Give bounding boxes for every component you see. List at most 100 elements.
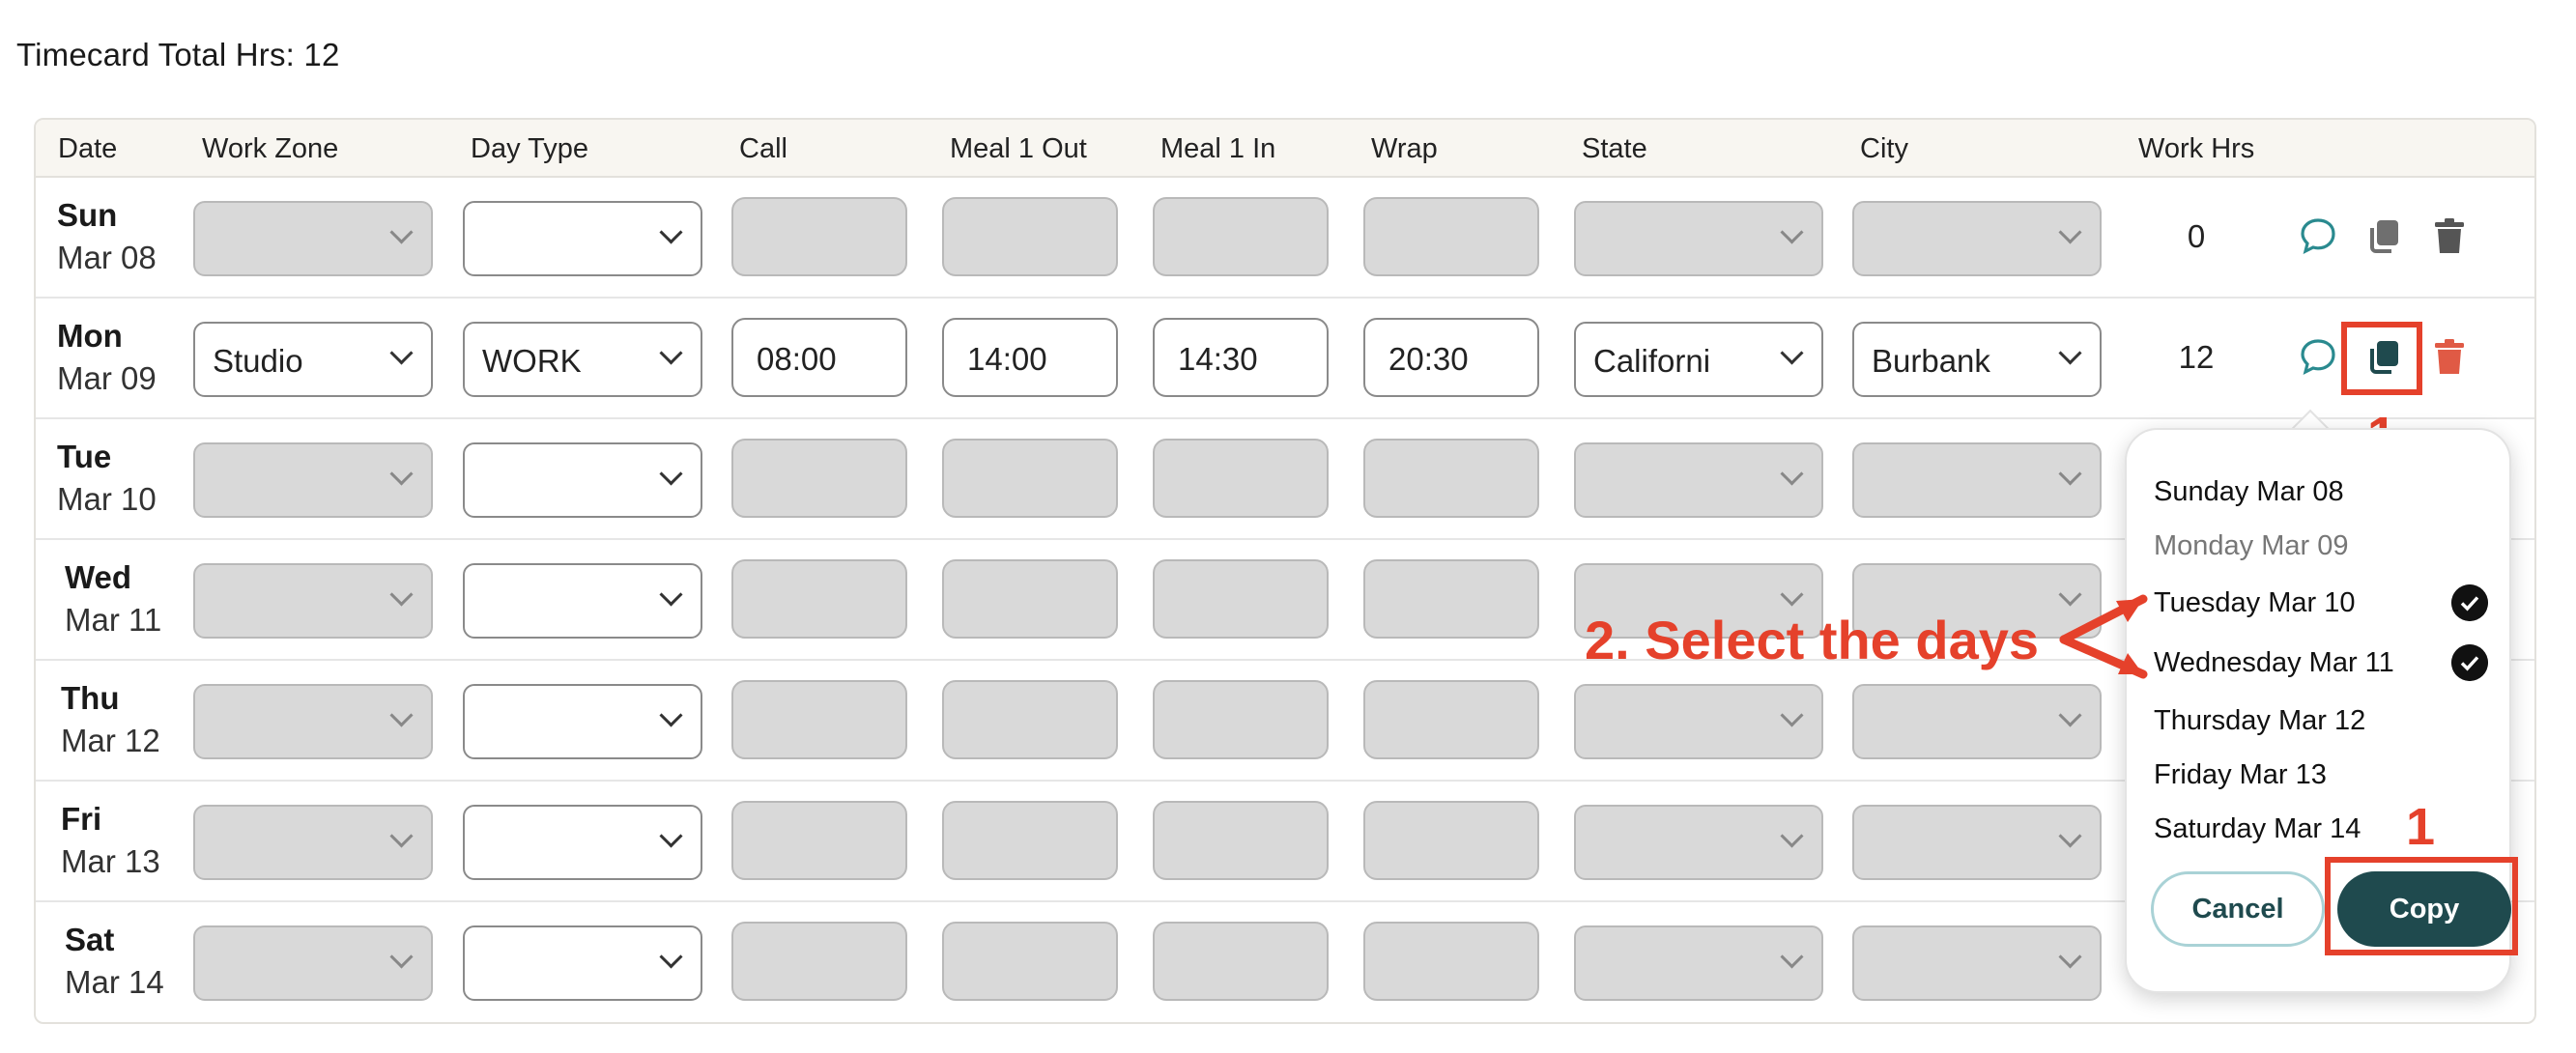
comment-icon[interactable] [2296, 335, 2340, 380]
meal1-out-value: 14:00 [967, 341, 1047, 377]
chevron-down-icon [1780, 462, 1804, 486]
call-input[interactable] [731, 197, 907, 276]
day-option-tuesday[interactable]: Tuesday Mar 10 [2154, 587, 2355, 619]
col-date: Date [58, 133, 118, 164]
annotation-arrows [2059, 594, 2148, 679]
work-zone-select[interactable] [193, 805, 433, 880]
meal1-out-input[interactable] [942, 922, 1118, 1001]
timecard-total-title: Timecard Total Hrs: 12 [16, 37, 340, 72]
call-input[interactable] [731, 680, 907, 759]
day-date: Mar 11 [65, 602, 162, 638]
work-zone-select[interactable]: Studio [193, 322, 433, 397]
day-name: Fri [61, 801, 102, 837]
city-select[interactable] [1852, 684, 2102, 759]
chevron-down-icon [389, 341, 414, 365]
state-select[interactable] [1574, 805, 1823, 880]
day-type-select[interactable] [463, 925, 702, 1001]
chevron-down-icon [659, 583, 683, 607]
col-meal1-out: Meal 1 Out [950, 133, 1087, 164]
meal1-in-input[interactable] [1153, 680, 1329, 759]
meal1-out-input[interactable] [942, 801, 1118, 880]
state-select[interactable] [1574, 684, 1823, 759]
col-state: State [1582, 133, 1647, 164]
day-type-select[interactable] [463, 201, 702, 276]
col-city: City [1860, 133, 1908, 164]
table-row: Mon Mar 09 Studio WORK 08:00 14:00 14:30… [36, 299, 2534, 419]
meal1-in-input[interactable] [1153, 559, 1329, 639]
state-select[interactable]: Californi [1574, 322, 1823, 397]
state-select[interactable] [1574, 925, 1823, 1001]
check-icon[interactable] [2451, 644, 2488, 681]
work-zone-select[interactable] [193, 563, 433, 639]
work-zone-select[interactable] [193, 925, 433, 1001]
meal1-in-input[interactable] [1153, 922, 1329, 1001]
meal1-in-input[interactable] [1153, 801, 1329, 880]
wrap-input[interactable]: 20:30 [1363, 318, 1539, 397]
meal1-in-input[interactable] [1153, 439, 1329, 518]
copy-icon[interactable] [2362, 214, 2407, 259]
day-date: Mar 13 [61, 843, 160, 879]
day-option-monday: Monday Mar 09 [2154, 530, 2349, 561]
trash-icon[interactable] [2427, 214, 2472, 259]
check-icon[interactable] [2451, 584, 2488, 621]
call-input[interactable]: 08:00 [731, 318, 907, 397]
call-value: 08:00 [757, 341, 837, 377]
chevron-down-icon [659, 220, 683, 244]
comment-icon[interactable] [2296, 214, 2340, 259]
call-input[interactable] [731, 559, 907, 639]
day-date: Mar 08 [57, 240, 157, 275]
call-input[interactable] [731, 922, 907, 1001]
city-select[interactable] [1852, 201, 2102, 276]
meal1-in-input[interactable] [1153, 197, 1329, 276]
city-value: Burbank [1872, 343, 1990, 379]
state-select[interactable] [1574, 201, 1823, 276]
meal1-out-input[interactable] [942, 559, 1118, 639]
day-type-select[interactable] [463, 442, 702, 518]
day-type-select[interactable]: WORK [463, 322, 702, 397]
col-work-zone: Work Zone [202, 133, 339, 164]
chevron-down-icon [389, 824, 414, 848]
chevron-down-icon [659, 945, 683, 969]
chevron-down-icon [1780, 945, 1804, 969]
wrap-input[interactable] [1363, 197, 1539, 276]
meal1-out-input[interactable]: 14:00 [942, 318, 1118, 397]
city-select[interactable]: Burbank [1852, 322, 2102, 397]
wrap-input[interactable] [1363, 559, 1539, 639]
chevron-down-icon [1780, 824, 1804, 848]
city-select[interactable] [1852, 925, 2102, 1001]
chevron-down-icon [389, 703, 414, 727]
wrap-input[interactable] [1363, 439, 1539, 518]
day-option-thursday[interactable]: Thursday Mar 12 [2154, 705, 2365, 737]
day-type-select[interactable] [463, 684, 702, 759]
meal1-out-input[interactable] [942, 197, 1118, 276]
work-zone-value: Studio [213, 343, 303, 379]
annotation-step1b-label: 1 [2406, 798, 2436, 856]
city-select[interactable] [1852, 805, 2102, 880]
city-select[interactable] [1852, 442, 2102, 518]
work-hrs-value: 12 [2178, 339, 2215, 375]
day-option-wednesday[interactable]: Wednesday Mar 11 [2154, 647, 2394, 679]
wrap-input[interactable] [1363, 680, 1539, 759]
meal1-out-input[interactable] [942, 680, 1118, 759]
day-option-sunday[interactable]: Sunday Mar 08 [2154, 476, 2344, 508]
work-zone-select[interactable] [193, 684, 433, 759]
call-input[interactable] [731, 439, 907, 518]
cancel-button[interactable]: Cancel [2151, 871, 2325, 947]
chevron-down-icon [389, 583, 414, 607]
call-input[interactable] [731, 801, 907, 880]
annotation-copy-highlight [2341, 322, 2422, 395]
wrap-input[interactable] [1363, 801, 1539, 880]
work-zone-select[interactable] [193, 442, 433, 518]
wrap-input[interactable] [1363, 922, 1539, 1001]
day-type-select[interactable] [463, 805, 702, 880]
trash-icon[interactable] [2427, 335, 2472, 380]
day-type-select[interactable] [463, 563, 702, 639]
chevron-down-icon [389, 945, 414, 969]
day-option-friday[interactable]: Friday Mar 13 [2154, 759, 2327, 791]
meal1-out-input[interactable] [942, 439, 1118, 518]
col-work-hrs: Work Hrs [2138, 133, 2255, 164]
day-option-saturday[interactable]: Saturday Mar 14 [2154, 813, 2361, 845]
state-select[interactable] [1574, 442, 1823, 518]
meal1-in-input[interactable]: 14:30 [1153, 318, 1329, 397]
work-zone-select[interactable] [193, 201, 433, 276]
